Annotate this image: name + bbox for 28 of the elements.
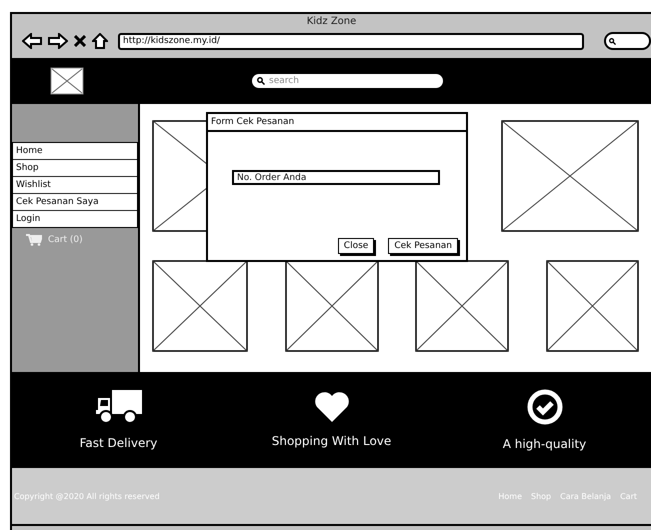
sidebar-item[interactable]: Wishlist (13, 177, 137, 194)
search-placeholder: search (269, 76, 299, 86)
close-icon[interactable] (74, 35, 86, 47)
heart-icon (314, 392, 350, 422)
truck-icon (96, 390, 142, 424)
back-arrow-icon[interactable] (22, 33, 42, 49)
search-icon (257, 77, 265, 85)
sidebar-item[interactable]: Cek Pesanan Saya (13, 194, 137, 211)
dialog-title: Form Cek Pesanan (208, 114, 466, 132)
feature-label: Fast Delivery (80, 436, 158, 450)
submit-button[interactable]: Cek Pesanan (388, 238, 458, 254)
sidebar-item[interactable]: Shop (13, 160, 137, 177)
home-icon[interactable] (92, 33, 108, 49)
search-icon (609, 38, 616, 44)
order-number-field[interactable]: No. Order Anda (232, 170, 440, 185)
close-button[interactable]: Close (338, 238, 374, 254)
forward-arrow-icon[interactable] (48, 33, 68, 49)
address-field[interactable]: http://kidszone.my.id/ (118, 32, 584, 50)
feature-label: Shopping With Love (272, 434, 392, 448)
check-circle-icon (526, 389, 562, 425)
window-title: Kidz Zone (306, 16, 356, 27)
sidebar-item[interactable]: Home (13, 143, 137, 160)
sidebar-item[interactable]: Login (13, 211, 137, 227)
browser-search-field[interactable] (604, 32, 651, 50)
logo-placeholder (50, 67, 84, 95)
feature-label: A high-quality (502, 437, 586, 451)
cart-icon (26, 234, 42, 246)
search-field[interactable]: search (252, 74, 443, 88)
